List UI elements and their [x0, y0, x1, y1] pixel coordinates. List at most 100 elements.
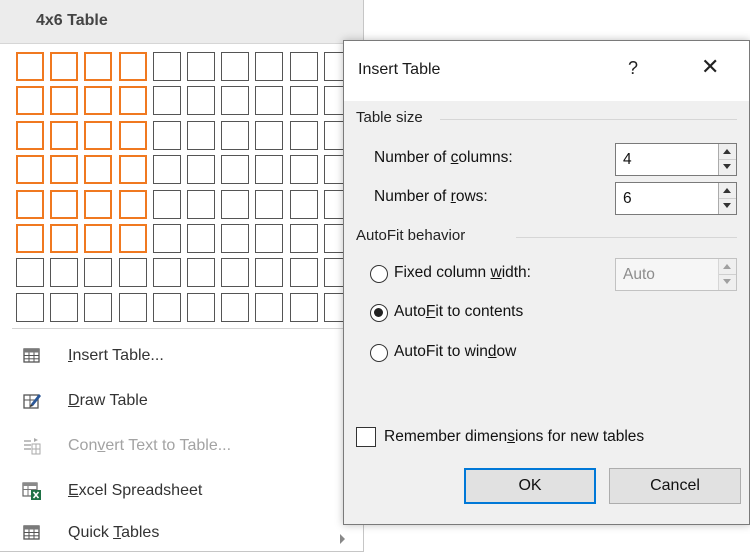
grid-cell[interactable]	[255, 293, 283, 322]
grid-cell-selected[interactable]	[50, 190, 78, 219]
remember-dimensions-checkbox[interactable]	[356, 427, 376, 447]
cancel-button[interactable]: Cancel	[609, 468, 741, 504]
grid-cell[interactable]	[255, 190, 283, 219]
rows-up-arrow-icon[interactable]	[719, 183, 736, 199]
columns-value[interactable]: 4	[623, 151, 632, 169]
grid-cell[interactable]	[290, 293, 318, 322]
grid-cell[interactable]	[221, 293, 249, 322]
grid-cell[interactable]	[255, 121, 283, 150]
grid-cell-selected[interactable]	[50, 52, 78, 81]
grid-cell-selected[interactable]	[84, 52, 112, 81]
dialog-titlebar[interactable]: Insert Table ? ✕	[344, 41, 749, 101]
fixed-width-radio[interactable]	[370, 265, 388, 283]
grid-cell-selected[interactable]	[119, 190, 147, 219]
grid-cell[interactable]	[290, 121, 318, 150]
grid-cell[interactable]	[153, 293, 181, 322]
grid-size-label: 4x6 Table	[36, 12, 108, 29]
grid-cell[interactable]	[50, 293, 78, 322]
grid-cell[interactable]	[84, 293, 112, 322]
grid-cell-selected[interactable]	[16, 155, 44, 184]
grid-cell-selected[interactable]	[50, 121, 78, 150]
draw-table-menu-item[interactable]: Draw Table	[0, 383, 363, 418]
fixed-width-down-arrow-icon	[719, 275, 736, 290]
grid-cell[interactable]	[290, 155, 318, 184]
grid-cell[interactable]	[187, 293, 215, 322]
grid-cell[interactable]	[221, 52, 249, 81]
grid-cell[interactable]	[221, 121, 249, 150]
grid-cell[interactable]	[50, 258, 78, 287]
grid-cell[interactable]	[187, 190, 215, 219]
grid-cell[interactable]	[119, 293, 147, 322]
grid-cell[interactable]	[119, 258, 147, 287]
grid-cell[interactable]	[221, 190, 249, 219]
rows-spinner[interactable]: 6	[615, 182, 737, 215]
grid-cell[interactable]	[290, 258, 318, 287]
quick-tables-menu-item[interactable]: Quick Tables	[0, 515, 363, 550]
grid-cell-selected[interactable]	[16, 190, 44, 219]
grid-cell-selected[interactable]	[119, 155, 147, 184]
grid-cell[interactable]	[255, 155, 283, 184]
grid-cell-selected[interactable]	[84, 121, 112, 150]
grid-cell[interactable]	[153, 155, 181, 184]
grid-cell[interactable]	[187, 224, 215, 253]
grid-cell-selected[interactable]	[16, 52, 44, 81]
rows-value[interactable]: 6	[623, 190, 632, 208]
grid-cell[interactable]	[290, 86, 318, 115]
grid-cell[interactable]	[153, 258, 181, 287]
rows-down-arrow-icon[interactable]	[719, 199, 736, 214]
grid-cell-selected[interactable]	[119, 52, 147, 81]
grid-cell-selected[interactable]	[16, 121, 44, 150]
grid-cell[interactable]	[153, 224, 181, 253]
columns-up-arrow-icon[interactable]	[719, 144, 736, 160]
grid-cell[interactable]	[255, 86, 283, 115]
columns-down-arrow-icon[interactable]	[719, 160, 736, 175]
grid-cell[interactable]	[290, 190, 318, 219]
autofit-contents-radio[interactable]	[370, 304, 388, 322]
grid-cell[interactable]	[221, 155, 249, 184]
grid-cell[interactable]	[153, 121, 181, 150]
grid-cell[interactable]	[153, 86, 181, 115]
grid-cell-selected[interactable]	[84, 86, 112, 115]
grid-cell[interactable]	[153, 190, 181, 219]
grid-cell-selected[interactable]	[16, 224, 44, 253]
dialog-title: Insert Table	[358, 61, 441, 78]
excel-spreadsheet-label: Excel Spreadsheet	[68, 482, 203, 499]
grid-cell[interactable]	[187, 86, 215, 115]
grid-cell[interactable]	[221, 224, 249, 253]
grid-cell-selected[interactable]	[16, 86, 44, 115]
grid-cell[interactable]	[187, 121, 215, 150]
grid-cell[interactable]	[153, 52, 181, 81]
grid-size-header: 4x6 Table	[0, 0, 363, 44]
grid-cell[interactable]	[221, 86, 249, 115]
excel-spreadsheet-menu-item[interactable]: Excel Spreadsheet	[0, 473, 363, 508]
grid-cell[interactable]	[187, 258, 215, 287]
excel-spreadsheet-icon	[22, 482, 41, 500]
grid-cell[interactable]	[221, 258, 249, 287]
ok-button[interactable]: OK	[464, 468, 596, 504]
grid-cell[interactable]	[255, 224, 283, 253]
grid-cell-selected[interactable]	[50, 86, 78, 115]
grid-cell[interactable]	[290, 52, 318, 81]
grid-cell[interactable]	[290, 224, 318, 253]
grid-cell-selected[interactable]	[119, 224, 147, 253]
columns-spinner[interactable]: 4	[615, 143, 737, 176]
grid-cell-selected[interactable]	[84, 190, 112, 219]
close-icon[interactable]: ✕	[701, 56, 719, 78]
grid-cell-selected[interactable]	[50, 155, 78, 184]
grid-cell-selected[interactable]	[50, 224, 78, 253]
grid-cell[interactable]	[84, 258, 112, 287]
grid-cell-selected[interactable]	[84, 224, 112, 253]
grid-cell[interactable]	[187, 155, 215, 184]
insert-table-label: Insert Table...	[68, 347, 164, 364]
grid-cell[interactable]	[187, 52, 215, 81]
grid-cell[interactable]	[16, 293, 44, 322]
help-button[interactable]: ?	[628, 58, 638, 79]
grid-cell-selected[interactable]	[84, 155, 112, 184]
insert-table-menu-item[interactable]: Insert Table...	[0, 338, 363, 373]
grid-cell[interactable]	[16, 258, 44, 287]
grid-cell-selected[interactable]	[119, 121, 147, 150]
grid-cell-selected[interactable]	[119, 86, 147, 115]
autofit-window-radio[interactable]	[370, 344, 388, 362]
grid-cell[interactable]	[255, 258, 283, 287]
grid-cell[interactable]	[255, 52, 283, 81]
